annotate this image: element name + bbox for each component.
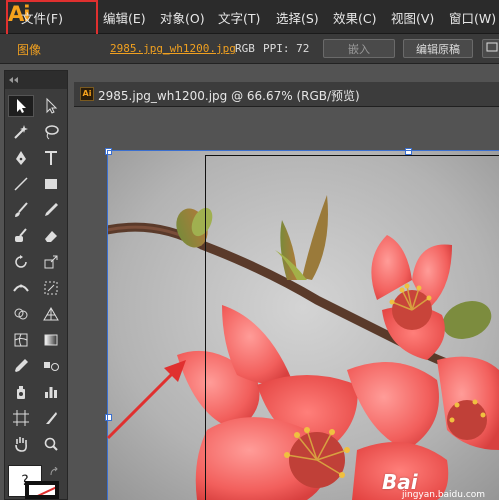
embed-button[interactable]: 嵌入 — [323, 39, 395, 58]
free-transform-icon — [44, 281, 58, 295]
menu-view[interactable]: 视图(V) — [391, 8, 434, 27]
blob-brush-icon — [15, 228, 27, 242]
zoom-magnifier-icon — [44, 437, 58, 451]
blend-icon — [44, 362, 59, 371]
rectangle-tool[interactable] — [38, 173, 64, 195]
artboard-tool[interactable] — [8, 407, 34, 429]
eyedropper-icon — [15, 359, 28, 372]
pencil-icon — [45, 203, 58, 216]
image-trace-icon — [486, 42, 498, 52]
eyedropper-tool[interactable] — [8, 355, 34, 377]
image-trace-button[interactable] — [482, 39, 499, 58]
collapse-icon[interactable] — [9, 77, 19, 83]
free-transform-tool[interactable] — [38, 277, 64, 299]
scale-icon — [44, 255, 58, 269]
slice-knife-icon — [46, 412, 57, 424]
tools-panel-header — [5, 71, 67, 89]
perspective-grid-tool[interactable] — [38, 303, 64, 325]
zoom-tool[interactable] — [38, 433, 64, 455]
eraser-tool[interactable] — [38, 225, 64, 247]
pen-tool[interactable] — [8, 147, 34, 169]
mesh-icon — [14, 333, 28, 347]
gradient-icon — [44, 334, 58, 346]
menu-effect[interactable]: 效果(C) — [333, 8, 376, 27]
direct-selection-icon — [46, 97, 58, 114]
selection-arrow-icon — [17, 99, 26, 113]
gradient-tool[interactable] — [38, 329, 64, 351]
symbol-sprayer-tool[interactable] — [8, 381, 34, 403]
annotation-highlight-box — [6, 0, 98, 36]
mesh-tool[interactable] — [8, 329, 34, 351]
magic-wand-icon — [14, 125, 28, 139]
scale-tool[interactable] — [38, 251, 64, 273]
tools-panel: ? — [4, 70, 68, 500]
artboard-icon — [13, 410, 29, 426]
selection-tool[interactable] — [8, 95, 34, 117]
rectangle-icon — [45, 179, 57, 189]
rotate-icon — [15, 255, 27, 268]
document-type-icon: Ai — [80, 87, 94, 101]
menu-edit[interactable]: 编辑(E) — [103, 8, 146, 27]
lasso-icon — [45, 125, 59, 140]
blend-tool[interactable] — [38, 355, 64, 377]
column-graph-icon — [45, 387, 57, 398]
menu-type[interactable]: 文字(T) — [218, 8, 260, 27]
paintbrush-icon — [15, 202, 28, 217]
line-segment-icon — [14, 177, 28, 191]
control-bar: 图像 2985.jpg_wh1200.jpg RGB PPI: 72 嵌入 编辑… — [0, 34, 499, 64]
color-mode-label: RGB — [235, 42, 255, 55]
line-segment-tool[interactable] — [8, 173, 34, 195]
selection-type-label: 图像 — [17, 43, 42, 57]
lasso-tool[interactable] — [38, 121, 64, 143]
ppi-label: PPI: 72 — [263, 42, 310, 55]
hand-icon — [15, 437, 27, 452]
shape-builder-icon — [14, 308, 28, 320]
stroke-swatch[interactable] — [25, 481, 59, 499]
perspective-grid-icon — [43, 307, 59, 321]
hand-tool[interactable] — [8, 433, 34, 455]
artboard-boundary — [205, 155, 499, 500]
document-title: 2985.jpg_wh1200.jpg @ 66.67% (RGB/预览) — [98, 89, 360, 103]
menu-object[interactable]: 对象(O) — [160, 8, 205, 27]
rotate-tool[interactable] — [8, 251, 34, 273]
slice-tool[interactable] — [38, 407, 64, 429]
width-tool[interactable] — [8, 277, 34, 299]
selection-bounding-top — [107, 150, 499, 151]
pen-nib-icon — [16, 151, 26, 165]
width-icon — [13, 284, 29, 292]
column-graph-tool[interactable] — [38, 381, 64, 403]
pencil-tool[interactable] — [38, 199, 64, 221]
magic-wand-tool[interactable] — [8, 121, 34, 143]
watermark-url: jingyan.baidu.com — [402, 490, 486, 500]
type-t-icon — [45, 151, 57, 165]
selection-bounding-left — [107, 150, 108, 500]
menu-select[interactable]: 选择(S) — [276, 8, 319, 27]
direct-selection-tool[interactable] — [38, 95, 64, 117]
menu-bar: Ai 文件(F) 编辑(E) 对象(O) 文字(T) 选择(S) 效果(C) 视… — [0, 0, 499, 36]
edit-original-button[interactable]: 编辑原稿 — [403, 39, 473, 58]
document-tab[interactable]: Ai 2985.jpg_wh1200.jpg @ 66.67% (RGB/预览) — [74, 82, 499, 107]
no-color-icon — [37, 486, 55, 495]
paintbrush-tool[interactable] — [8, 199, 34, 221]
swap-fill-stroke-icon[interactable] — [49, 467, 59, 477]
eraser-icon — [45, 231, 57, 242]
linked-file-link[interactable]: 2985.jpg_wh1200.jpg — [110, 42, 236, 55]
shape-builder-tool[interactable] — [8, 303, 34, 325]
blob-brush-tool[interactable] — [8, 225, 34, 247]
type-tool[interactable] — [38, 147, 64, 169]
menu-window[interactable]: 窗口(W) — [449, 8, 496, 27]
symbol-sprayer-icon — [17, 386, 25, 399]
